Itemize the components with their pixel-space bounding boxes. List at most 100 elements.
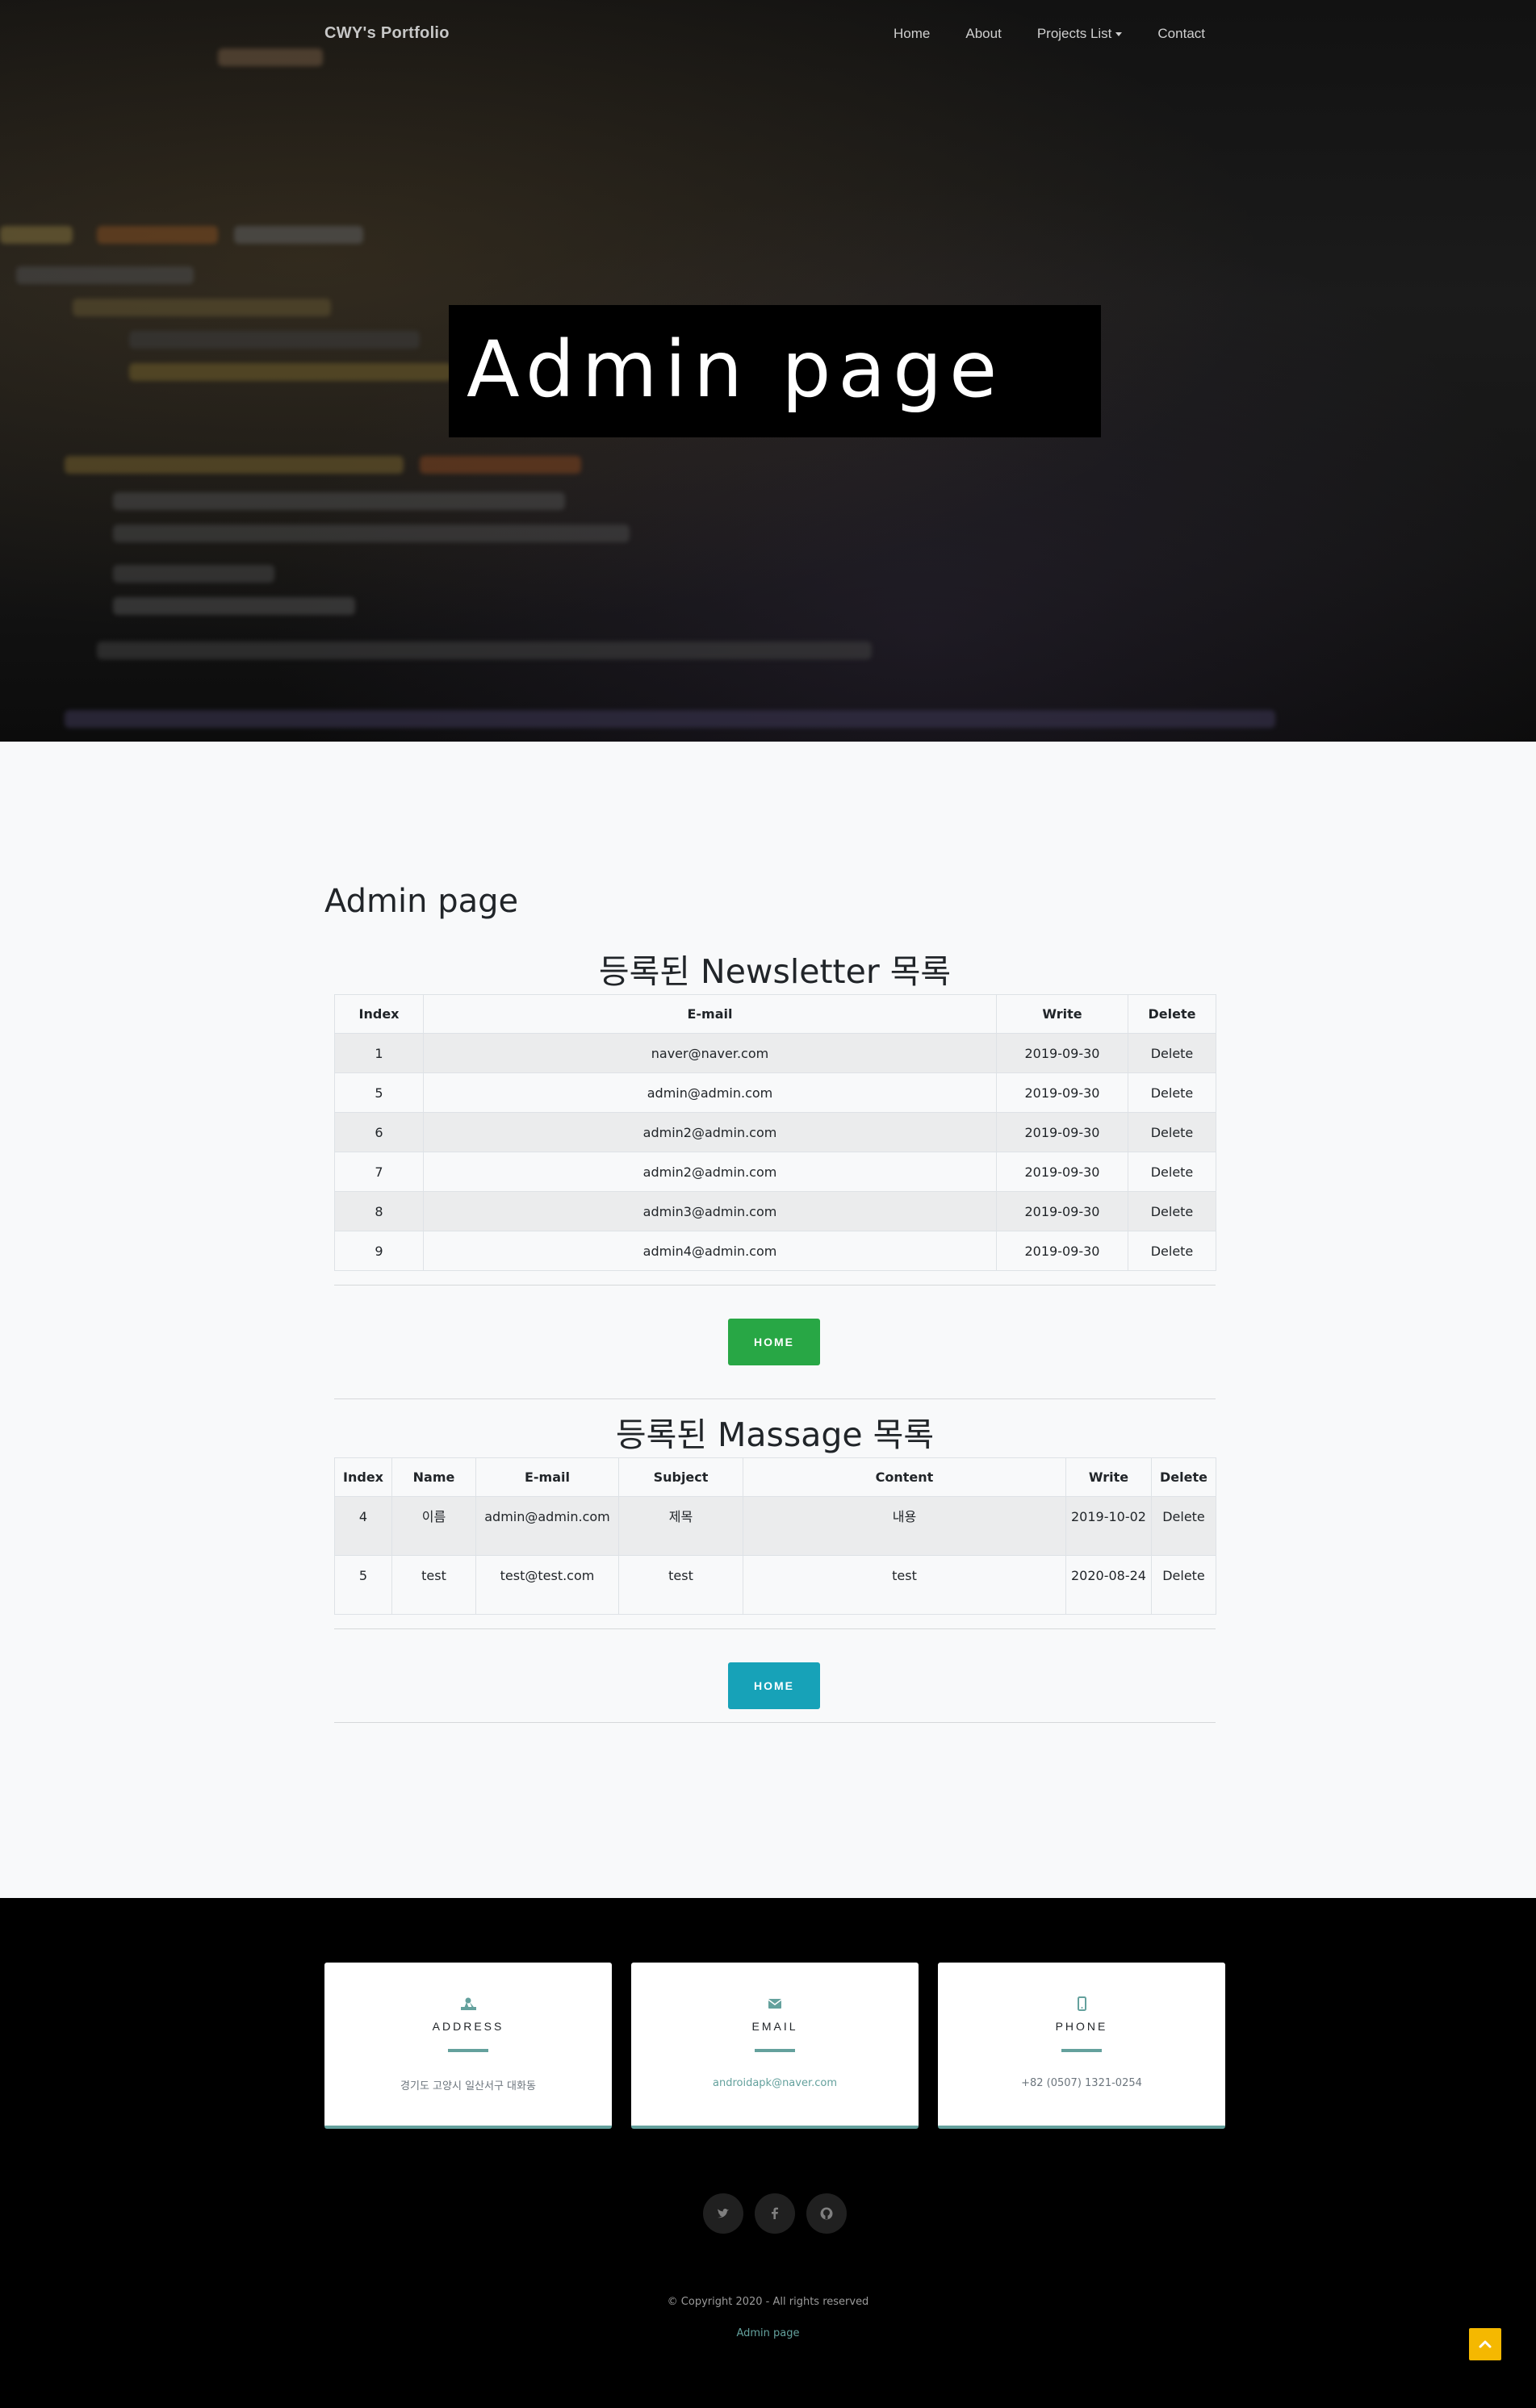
nav-home[interactable]: Home bbox=[894, 26, 930, 42]
delete-link[interactable]: Delete bbox=[1128, 1072, 1216, 1113]
delete-link[interactable]: Delete bbox=[1128, 1112, 1216, 1152]
table-cell-email: admin@admin.com bbox=[475, 1496, 619, 1556]
table-row: 8 admin3@admin.com 2019-09-30 Delete bbox=[334, 1191, 1216, 1231]
email-label: EMAIL bbox=[751, 2020, 798, 2033]
table-cell-write: 2019-09-30 bbox=[996, 1112, 1128, 1152]
table-cell-write: 2019-09-30 bbox=[996, 1033, 1128, 1073]
chevron-up-icon bbox=[1479, 2340, 1492, 2348]
table-cell-index: 8 bbox=[334, 1191, 424, 1231]
email-card: EMAIL androidapk@naver.com bbox=[631, 1963, 919, 2129]
table-cell-index: 6 bbox=[334, 1112, 424, 1152]
table-cell-email: admin2@admin.com bbox=[423, 1112, 997, 1152]
table-cell-write: 2019-10-02 bbox=[1065, 1496, 1152, 1556]
delete-link[interactable]: Delete bbox=[1151, 1555, 1216, 1615]
divider bbox=[334, 1722, 1216, 1723]
email-link[interactable]: androidapk@naver.com bbox=[631, 2077, 919, 2089]
brand-logo[interactable]: CWY's Portfolio bbox=[324, 24, 450, 43]
table-cell-email: admin4@admin.com bbox=[423, 1231, 997, 1271]
table-cell-subject: 제목 bbox=[618, 1496, 743, 1556]
phone-value: +82 (0507) 1321-0254 bbox=[1021, 2077, 1142, 2089]
scroll-to-top-button[interactable] bbox=[1469, 2328, 1501, 2360]
address-value: 경기도 고양시 일산서구 대화동 bbox=[400, 2080, 536, 2092]
table-cell-subject: test bbox=[618, 1555, 743, 1615]
delete-link[interactable]: Delete bbox=[1128, 1191, 1216, 1231]
table-cell-index: 1 bbox=[334, 1033, 424, 1073]
mobile-phone-icon bbox=[1078, 1996, 1086, 2011]
top-navbar: CWY's Portfolio Home About Projects List… bbox=[0, 0, 1536, 69]
column-header-index: Index bbox=[334, 1457, 392, 1497]
table-cell-write: 2019-09-30 bbox=[996, 1072, 1128, 1113]
column-header-subject: Subject bbox=[618, 1457, 743, 1497]
table-cell-index: 5 bbox=[334, 1555, 392, 1615]
table-row: 9 admin4@admin.com 2019-09-30 Delete bbox=[334, 1231, 1216, 1271]
message-table: Index Name E-mail Subject Content Write Delete… bbox=[334, 1457, 1216, 1615]
map-marked-icon bbox=[461, 1997, 476, 2010]
twitter-link[interactable] bbox=[703, 2193, 743, 2234]
nav-projects-list[interactable]: Projects List bbox=[1037, 26, 1123, 42]
contact-footer: ADDRESS 경기도 고양시 일산서구 대화동 EMAIL androidap… bbox=[0, 1898, 1536, 2408]
column-header-delete: Delete bbox=[1128, 994, 1216, 1034]
column-header-email: E-mail bbox=[475, 1457, 619, 1497]
chevron-down-icon bbox=[1115, 32, 1123, 37]
github-link[interactable] bbox=[806, 2193, 847, 2234]
table-cell-email: naver@naver.com bbox=[423, 1033, 997, 1073]
facebook-link[interactable] bbox=[755, 2193, 795, 2234]
divider bbox=[448, 2049, 488, 2052]
twitter-icon bbox=[718, 2209, 729, 2218]
divider bbox=[334, 1628, 1216, 1629]
table-header-row: Index Name E-mail Subject Content Write Delete bbox=[334, 1457, 1216, 1497]
divider bbox=[755, 2049, 795, 2052]
divider bbox=[334, 1398, 1216, 1399]
newsletter-section-title: 등록된 Newsletter 목록 bbox=[598, 952, 952, 991]
column-header-index: Index bbox=[334, 994, 424, 1034]
copyright-text: © Copyright 2020 - All rights reserved bbox=[667, 2296, 869, 2308]
table-cell-write: 2019-09-30 bbox=[996, 1231, 1128, 1271]
column-header-content: Content bbox=[743, 1457, 1066, 1497]
table-cell-write: 2020-08-24 bbox=[1065, 1555, 1152, 1615]
column-header-write: Write bbox=[996, 994, 1128, 1034]
hero-title: Admin page bbox=[467, 324, 1005, 415]
divider bbox=[334, 1285, 1216, 1286]
nav-contact[interactable]: Contact bbox=[1157, 26, 1205, 42]
github-icon bbox=[820, 2207, 833, 2220]
table-row: 5 admin@admin.com 2019-09-30 Delete bbox=[334, 1072, 1216, 1113]
phone-label: PHONE bbox=[1055, 2020, 1108, 2033]
delete-link[interactable]: Delete bbox=[1128, 1152, 1216, 1192]
message-section-title: 등록된 Massage 목록 bbox=[615, 1415, 935, 1454]
hero-title-box: Admin page bbox=[449, 305, 1101, 437]
table-cell-index: 9 bbox=[334, 1231, 424, 1271]
table-cell-content: test bbox=[743, 1555, 1066, 1615]
table-cell-write: 2019-09-30 bbox=[996, 1152, 1128, 1192]
hero-section: CWY's Portfolio Home About Projects List… bbox=[0, 0, 1536, 742]
table-cell-email: admin@admin.com bbox=[423, 1072, 997, 1113]
table-cell-index: 4 bbox=[334, 1496, 392, 1556]
home-button[interactable]: HOME bbox=[728, 1662, 820, 1709]
column-header-delete: Delete bbox=[1151, 1457, 1216, 1497]
table-cell-write: 2019-09-30 bbox=[996, 1191, 1128, 1231]
home-button[interactable]: HOME bbox=[728, 1319, 820, 1365]
envelope-icon bbox=[768, 1999, 782, 2009]
admin-page-link[interactable]: Admin page bbox=[0, 2327, 1536, 2339]
address-label: ADDRESS bbox=[432, 2020, 504, 2033]
table-cell-email: test@test.com bbox=[475, 1555, 619, 1615]
table-cell-name: test bbox=[391, 1555, 476, 1615]
facebook-icon bbox=[772, 2207, 778, 2219]
column-header-write: Write bbox=[1065, 1457, 1152, 1497]
nav-projects-list-label: Projects List bbox=[1036, 26, 1112, 41]
delete-link[interactable]: Delete bbox=[1151, 1496, 1216, 1556]
table-row: 6 admin2@admin.com 2019-09-30 Delete bbox=[334, 1112, 1216, 1152]
nav-about[interactable]: About bbox=[965, 26, 1001, 42]
table-cell-index: 5 bbox=[334, 1072, 424, 1113]
phone-card: PHONE +82 (0507) 1321-0254 bbox=[938, 1963, 1225, 2129]
table-cell-content: 내용 bbox=[743, 1496, 1066, 1556]
table-cell-email: admin3@admin.com bbox=[423, 1191, 997, 1231]
delete-link[interactable]: Delete bbox=[1128, 1231, 1216, 1271]
delete-link[interactable]: Delete bbox=[1128, 1033, 1216, 1073]
newsletter-table: Index E-mail Write Delete 1 naver@naver.com 2… bbox=[334, 994, 1216, 1271]
table-row: 1 naver@naver.com 2019-09-30 Delete bbox=[334, 1033, 1216, 1073]
table-row: 5 test test@test.com test test 2020-08-24 Dele… bbox=[334, 1555, 1216, 1615]
page-title: Admin page bbox=[324, 883, 519, 920]
table-row: 7 admin2@admin.com 2019-09-30 Delete bbox=[334, 1152, 1216, 1192]
table-row: 4 이름 admin@admin.com 제목 내용 2019-10-02 Delete bbox=[334, 1496, 1216, 1556]
divider bbox=[1061, 2049, 1102, 2052]
